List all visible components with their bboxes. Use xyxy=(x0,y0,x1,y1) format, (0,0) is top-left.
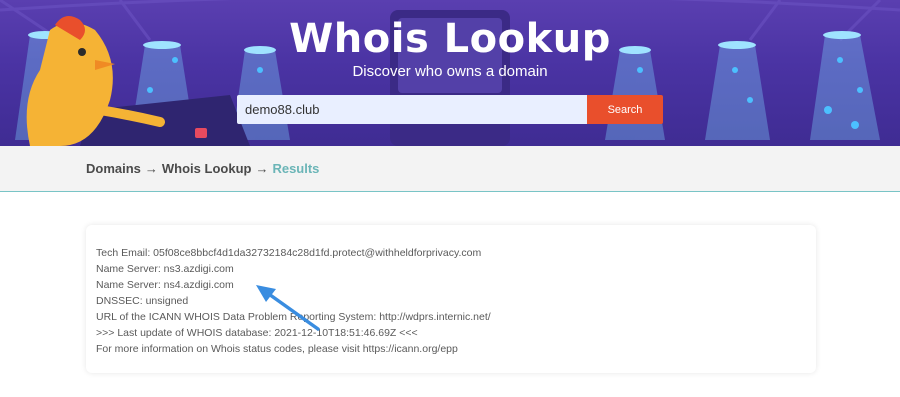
whois-line-icann-url: URL of the ICANN WHOIS Data Problem Repo… xyxy=(96,311,491,323)
whois-line-tech-email: Tech Email: 05f08ce8bbcf4d1da32732184c28… xyxy=(96,247,482,259)
breadcrumb-results: Results xyxy=(272,161,320,176)
page-subtitle: Discover who owns a domain xyxy=(352,63,548,80)
breadcrumb-separator: → xyxy=(255,161,269,176)
whois-result-card: Tech Email: 05f08ce8bbcf4d1da32732184c28… xyxy=(86,225,816,373)
whois-line-name-server: Name Server: ns3.azdigi.com xyxy=(96,263,234,275)
breadcrumb: Domains → Whois Lookup → Results xyxy=(86,161,319,176)
whois-line-dnssec: DNSSEC: unsigned xyxy=(96,295,189,307)
breadcrumb-domains[interactable]: Domains xyxy=(86,161,141,176)
page-title: Whois Lookup xyxy=(289,16,611,62)
breadcrumb-whois-lookup[interactable]: Whois Lookup xyxy=(162,161,252,176)
whois-line-name-server: Name Server: ns4.azdigi.com xyxy=(96,279,234,291)
search-bar: Search xyxy=(237,95,663,124)
hero-banner: Whois Lookup Discover who owns a domain … xyxy=(0,0,900,146)
breadcrumb-bar: Domains → Whois Lookup → Results xyxy=(0,146,900,192)
whois-line-status-info: For more information on Whois status cod… xyxy=(96,343,458,355)
whois-result-text: Tech Email: 05f08ce8bbcf4d1da32732184c28… xyxy=(96,245,491,357)
breadcrumb-separator: → xyxy=(144,161,158,176)
domain-search-input[interactable] xyxy=(237,95,587,124)
search-button[interactable]: Search xyxy=(587,95,663,124)
whois-line-last-update: >>> Last update of WHOIS database: 2021-… xyxy=(96,327,418,339)
